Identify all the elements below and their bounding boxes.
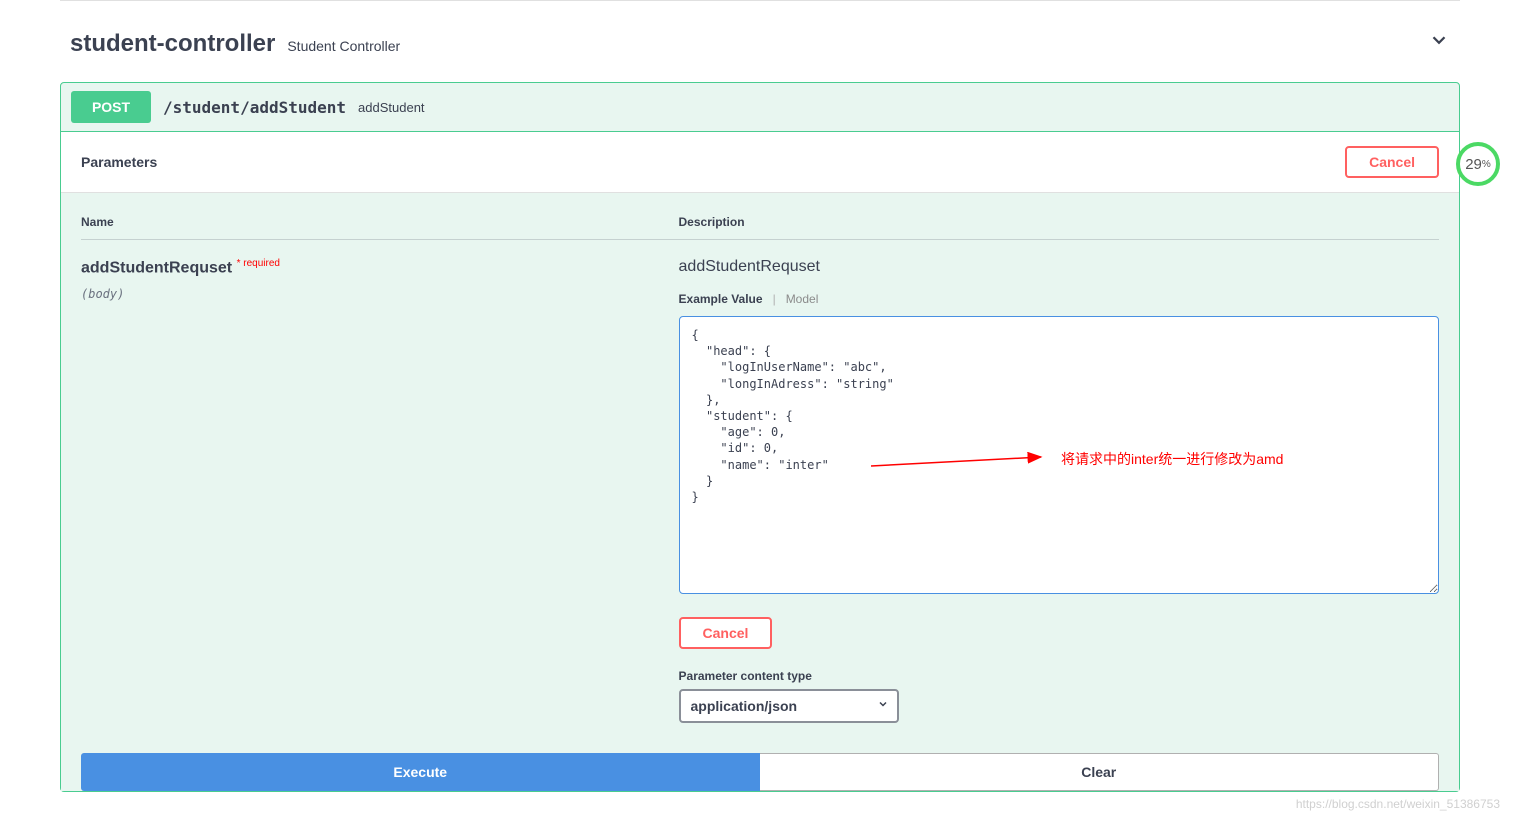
content-type-label: Parameter content type [679, 669, 1439, 683]
tab-model[interactable]: Model [786, 292, 819, 306]
action-buttons: Execute Clear [61, 753, 1459, 791]
controller-desc: Student Controller [287, 38, 400, 54]
cancel-body-button[interactable]: Cancel [679, 617, 773, 649]
required-badge: * required [237, 258, 280, 269]
body-tabs: Example Value | Model [679, 292, 1439, 306]
operation-block: POST /student/addStudent addStudent Para… [60, 82, 1460, 792]
clear-button[interactable]: Clear [760, 753, 1440, 791]
param-in: (body) [81, 287, 679, 301]
parameters-title: Parameters [81, 154, 157, 170]
parameters-header: Parameters Cancel [61, 132, 1459, 193]
annotation-text: 将请求中的inter统一进行修改为amd [1061, 449, 1283, 469]
progress-badge[interactable]: 29% [1456, 142, 1500, 186]
tab-separator: | [773, 292, 776, 306]
table-row: addStudentRequset * required (body) addS… [81, 240, 1439, 723]
watermark: https://blog.csdn.net/weixin_51386753 [1296, 797, 1500, 811]
operation-desc: addStudent [358, 100, 425, 115]
operation-summary[interactable]: POST /student/addStudent addStudent [61, 83, 1459, 132]
param-name: addStudentRequset [81, 259, 232, 276]
execute-button[interactable]: Execute [81, 753, 760, 791]
column-header-description: Description [679, 215, 1439, 229]
tab-example-value[interactable]: Example Value [679, 292, 763, 306]
annotation-arrow [871, 452, 1051, 472]
controller-title: student-controller [70, 30, 275, 58]
column-header-name: Name [81, 215, 679, 229]
controller-header[interactable]: student-controller Student Controller [60, 21, 1460, 74]
parameters-table: Name Description addStudentRequset * req… [61, 193, 1459, 753]
endpoint-path: /student/addStudent [163, 98, 346, 117]
request-body-textarea[interactable] [679, 316, 1439, 594]
cancel-try-button[interactable]: Cancel [1345, 146, 1439, 178]
http-method-badge: POST [71, 91, 151, 123]
param-description: addStudentRequset [679, 258, 1439, 276]
chevron-down-icon[interactable] [1428, 29, 1450, 51]
content-type-select[interactable]: application/json [679, 689, 899, 723]
